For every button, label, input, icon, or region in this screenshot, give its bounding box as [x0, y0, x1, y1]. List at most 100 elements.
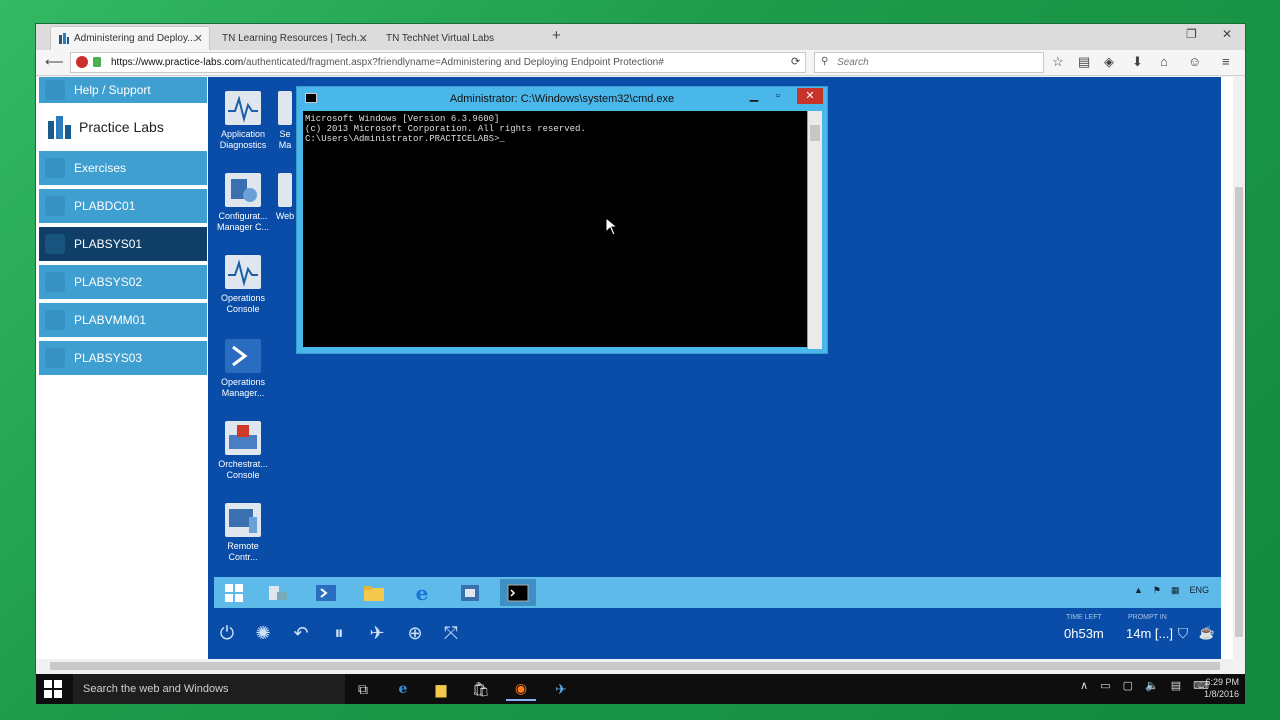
- tab-administering[interactable]: Administering and Deploy... ✕: [50, 26, 210, 50]
- restore-window-icon[interactable]: ❐: [1186, 27, 1197, 41]
- config-manager-taskbar-icon[interactable]: [452, 579, 488, 606]
- home-icon[interactable]: ⌂: [1160, 54, 1168, 69]
- powershell-taskbar-icon[interactable]: [308, 579, 344, 606]
- config-manager-icon: [225, 173, 261, 207]
- sidebar-item-label: PLABSYS02: [74, 275, 143, 289]
- sidebar-item-plabvmm01[interactable]: PLABVMM01: [39, 303, 207, 337]
- hello-icon[interactable]: ☺: [1188, 54, 1201, 69]
- tab-learning-resources[interactable]: TN Learning Resources | Tech... ✕: [214, 26, 374, 50]
- action-center-icon[interactable]: ▤: [1171, 679, 1181, 692]
- scrollbar-thumb[interactable]: [810, 125, 820, 141]
- time-left-value: 0h53m: [1064, 626, 1104, 641]
- undo-icon[interactable]: ↶: [288, 620, 314, 646]
- close-tab-icon[interactable]: ✕: [359, 32, 368, 45]
- scrollbar-thumb[interactable]: [1235, 187, 1243, 637]
- network-icon[interactable]: ▦: [1171, 585, 1180, 596]
- sidebar-item-plabsys03[interactable]: PLABSYS03: [39, 341, 207, 375]
- remote-start-button[interactable]: [216, 579, 252, 606]
- desktop-icon-partial-1[interactable]: Se Ma: [274, 91, 296, 151]
- remote-system-tray: ▲ ⚑ ▦ ENG: [1134, 585, 1209, 596]
- close-tab-icon[interactable]: ✕: [194, 32, 203, 45]
- desktop-icon-config-manager[interactable]: Configurat... Manager C...: [212, 173, 274, 233]
- server-icon: [45, 196, 65, 216]
- downloads-icon[interactable]: ⬇: [1132, 54, 1143, 70]
- desktop-icon-remote-control[interactable]: Remote Contr...: [212, 503, 274, 563]
- blocked-content-icon[interactable]: [76, 56, 88, 68]
- connect-icon[interactable]: ✈: [364, 620, 390, 646]
- cmd-window[interactable]: Administrator: C:\Windows\system32\cmd.e…: [296, 86, 828, 354]
- lock-icon: [93, 57, 101, 67]
- desktop-icon-orchestrator[interactable]: Orchestrat... Console: [212, 421, 274, 481]
- desktop-icon-app-diagnostics[interactable]: Application Diagnostics: [212, 91, 274, 151]
- zoom-fit-icon[interactable]: ⊕: [402, 620, 428, 646]
- cmd-console[interactable]: Microsoft Windows [Version 6.3.9600] (c) …: [303, 111, 807, 347]
- reload-icon[interactable]: ⟳: [791, 55, 800, 68]
- url-bar[interactable]: https://www.practice-labs.com/authentica…: [70, 52, 806, 73]
- cmd-title-bar[interactable]: Administrator: C:\Windows\system32\cmd.e…: [297, 87, 827, 111]
- tray-expand-icon[interactable]: ▲: [1134, 585, 1143, 596]
- firefox-icon[interactable]: ◉: [506, 677, 536, 701]
- pocket-icon[interactable]: ◈: [1104, 54, 1114, 70]
- remote-taskbar: e ▲ ⚑ ▦ ENG: [214, 577, 1221, 608]
- html5-icon[interactable]: ⛉: [1170, 620, 1196, 646]
- back-arrow-icon[interactable]: ⟵: [45, 54, 64, 70]
- store-icon[interactable]: 🛍: [466, 677, 496, 701]
- language-indicator[interactable]: ENG: [1189, 585, 1209, 596]
- desktop-icon-label: Application Diagnostics: [219, 129, 267, 150]
- scrollbar-thumb[interactable]: [50, 662, 1220, 670]
- network-icon[interactable]: ▭: [1100, 679, 1110, 692]
- help-support-link[interactable]: Help / Support: [39, 77, 207, 103]
- page-horizontal-scrollbar[interactable]: [36, 659, 1233, 673]
- new-tab-plus-icon[interactable]: +: [552, 27, 561, 44]
- search-input[interactable]: ⚲ Search: [814, 52, 1044, 73]
- sidebar-item-plabdc01[interactable]: PLABDC01: [39, 189, 207, 223]
- power-icon[interactable]: ⏻: [214, 620, 240, 646]
- sidebar-item-plabsys02[interactable]: PLABSYS02: [39, 265, 207, 299]
- flag-icon[interactable]: ⚑: [1153, 585, 1161, 596]
- cmd-scrollbar[interactable]: [808, 111, 822, 349]
- remote-control-icon: [225, 503, 261, 537]
- server-manager-taskbar-icon[interactable]: [260, 579, 296, 606]
- desktop-icon-label: Configurat... Manager C...: [216, 211, 270, 232]
- desktop-icon-label: Se Ma: [278, 129, 292, 150]
- file-explorer-icon[interactable]: ▆: [426, 677, 456, 701]
- console-line: (c) 2013 Microsoft Corporation. All righ…: [305, 124, 586, 134]
- internet-explorer-taskbar-icon[interactable]: e: [404, 579, 440, 606]
- tab-technet-labs[interactable]: TN TechNet Virtual Labs: [378, 26, 538, 50]
- bookmark-star-icon[interactable]: ☆: [1052, 54, 1064, 70]
- url-path: /authenticated/fragment.aspx?friendlynam…: [243, 57, 664, 68]
- loading-spinner-icon[interactable]: ✺: [250, 620, 276, 646]
- prompt-in-label: PROMPT IN: [1128, 614, 1167, 621]
- pause-icon[interactable]: ⏸: [326, 620, 352, 646]
- lab-control-bar: ⏻ ✺ ↶ ⏸ ✈ ⊕ ⤧ TIME LEFT 0h53m PROMPT IN …: [208, 608, 1221, 659]
- tray-expand-icon[interactable]: ∧: [1080, 679, 1088, 692]
- remote-app-icon[interactable]: ✈: [546, 677, 576, 701]
- desktop-icon-label: Orchestrat... Console: [218, 459, 268, 480]
- edge-icon[interactable]: e: [388, 677, 418, 701]
- cortana-search-box[interactable]: Search the web and Windows: [73, 674, 345, 704]
- menu-icon[interactable]: ≡: [1222, 54, 1230, 69]
- minimize-icon[interactable]: ▁: [743, 88, 765, 104]
- maximize-icon[interactable]: ▫: [767, 88, 789, 104]
- reading-list-icon[interactable]: ▤: [1078, 54, 1090, 70]
- java-icon[interactable]: ☕: [1194, 620, 1220, 646]
- page-vertical-scrollbar[interactable]: [1233, 77, 1245, 659]
- sidebar-item-exercises[interactable]: Exercises: [39, 151, 207, 185]
- file-explorer-taskbar-icon[interactable]: [356, 579, 392, 606]
- volume-icon[interactable]: 🔈: [1145, 679, 1159, 692]
- desktop-icon-partial-2[interactable]: Web: [274, 173, 296, 222]
- desktop-icon-operations-manager[interactable]: Operations Manager...: [212, 339, 274, 399]
- close-icon[interactable]: ✕: [797, 88, 823, 104]
- close-window-icon[interactable]: ✕: [1222, 27, 1232, 41]
- desktop-icon-operations-console[interactable]: Operations Console: [212, 255, 274, 315]
- sidebar-item-plabsys01[interactable]: PLABSYS01: [39, 227, 207, 261]
- cmd-taskbar-icon[interactable]: [500, 579, 536, 606]
- task-view-icon[interactable]: ⧉: [348, 677, 378, 701]
- system-clock[interactable]: 6:29 PM 1/8/2016: [1204, 676, 1239, 700]
- disconnect-icon[interactable]: ⤧: [438, 620, 464, 646]
- time-left-label: TIME LEFT: [1066, 614, 1102, 621]
- message-icon[interactable]: ▢: [1123, 679, 1133, 692]
- remote-desktop-view[interactable]: Application Diagnostics Configurat... Ma…: [208, 77, 1221, 659]
- navigation-bar: ⟵ https://www.practice-labs.com/authenti…: [36, 50, 1245, 76]
- start-button[interactable]: [44, 680, 62, 698]
